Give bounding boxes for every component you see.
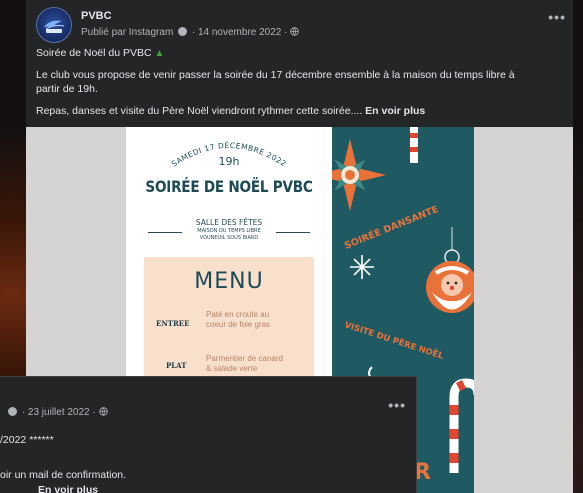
separator: · xyxy=(92,407,96,418)
venue-line3: VOUNEUIL SOUS BIARD xyxy=(199,235,259,241)
poster-right-text2: VISITE DU PÈRE NOËL xyxy=(343,318,446,362)
plat-value: Parmentier de canard & salade verte xyxy=(206,354,283,373)
post-text-line4: Repas, danses et visite du Père Noël vie… xyxy=(36,104,556,118)
see-more-link[interactable]: En voir plus xyxy=(38,484,98,493)
divider xyxy=(276,232,310,233)
venue-line2: MAISON DU TEMPS LIBRE xyxy=(197,228,261,234)
post-source: Publié par Instagram xyxy=(81,27,174,38)
tree-emoji: ▲ xyxy=(154,48,165,59)
separator: · xyxy=(284,27,288,38)
post-text-line2: Le club vous propose de venir passer la … xyxy=(36,69,515,81)
more-options-icon[interactable]: ••• xyxy=(548,9,566,25)
menu-title: MENU xyxy=(194,269,264,294)
separator: · xyxy=(191,27,196,38)
date-arc: SAMEDI 17 DÉCEMBRE 2022 19h xyxy=(170,141,288,169)
post-text-line1: Soirée de Noël du PVBC ▲ xyxy=(36,46,556,61)
post2-meta: · 23 juillet 2022 · xyxy=(8,407,108,418)
post-date[interactable]: 14 novembre 2022 xyxy=(198,27,281,38)
post-title-text: Soirée de Noël du PVBC xyxy=(36,47,152,59)
entree-value: Paté en croute au coeur de foie gras xyxy=(206,310,271,329)
divider xyxy=(148,232,182,233)
post-text-line3: partir de 19h. xyxy=(36,83,98,95)
globe-icon xyxy=(290,27,300,36)
info-icon xyxy=(178,27,188,36)
avatar[interactable] xyxy=(36,7,72,43)
snowflake-icon xyxy=(350,255,374,279)
entree-label: ENTREE xyxy=(156,319,190,328)
post-meta: Publié par Instagram · 14 novembre 2022 … xyxy=(81,27,300,38)
globe-icon xyxy=(98,407,108,416)
see-more-link[interactable]: En voir plus xyxy=(365,105,425,117)
post2-text-line1: /2022 ****** xyxy=(0,434,54,446)
star-ornament-icon xyxy=(332,139,386,211)
post-card-2: · 23 juillet 2022 · ••• /2022 ****** oir… xyxy=(0,376,417,493)
separator: · xyxy=(21,407,26,418)
venue-line1: SALLE DES FÊTES xyxy=(195,218,263,227)
poster-right-text1: SOIRÉE DANSANTE xyxy=(343,203,441,252)
post-header: PVBC Publié par Instagram · 14 novembre … xyxy=(36,7,565,43)
santa-ornament-icon xyxy=(426,227,474,313)
more-options-icon[interactable]: ••• xyxy=(388,397,406,413)
candy-cane-icon xyxy=(410,127,418,163)
post-text-body: Repas, danses et visite du Père Noël vie… xyxy=(36,105,363,117)
post2-text-line2: oir un mail de confirmation. xyxy=(0,469,127,481)
poster-time: 19h xyxy=(219,155,240,168)
candy-cane-icon xyxy=(449,378,474,473)
post2-date[interactable]: 23 juillet 2022 xyxy=(28,407,90,418)
info-icon xyxy=(8,407,17,416)
poster-title: SOIRÉE DE NOËL PVBC xyxy=(145,177,313,196)
page-name[interactable]: PVBC xyxy=(81,10,112,22)
avatar-logo xyxy=(44,20,65,33)
plat-label: PLAT xyxy=(166,361,187,370)
